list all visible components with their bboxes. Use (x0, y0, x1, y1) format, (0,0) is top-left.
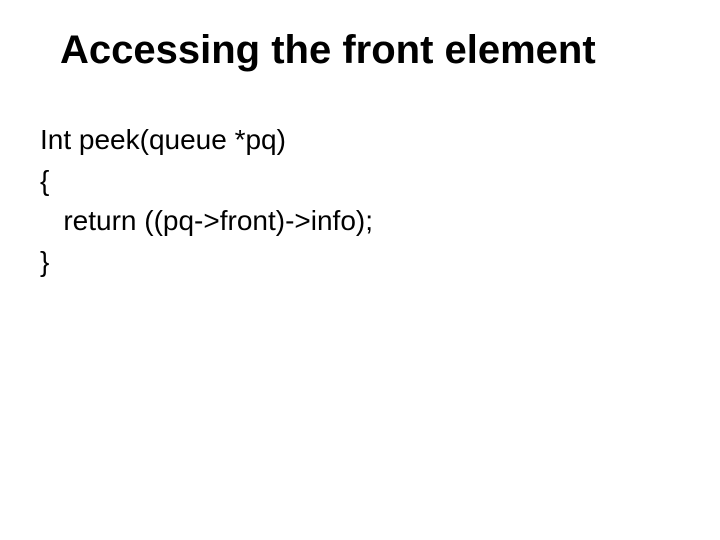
code-block: Int peek(queue *pq) { return ((pq->front… (40, 120, 680, 282)
code-line-1: Int peek(queue *pq) (40, 120, 680, 161)
code-line-4: } (40, 242, 680, 283)
slide-title: Accessing the front element (60, 28, 690, 72)
code-line-2: { (40, 161, 680, 202)
slide: Accessing the front element Int peek(que… (0, 0, 720, 540)
code-line-3: return ((pq->front)->info); (40, 201, 680, 242)
